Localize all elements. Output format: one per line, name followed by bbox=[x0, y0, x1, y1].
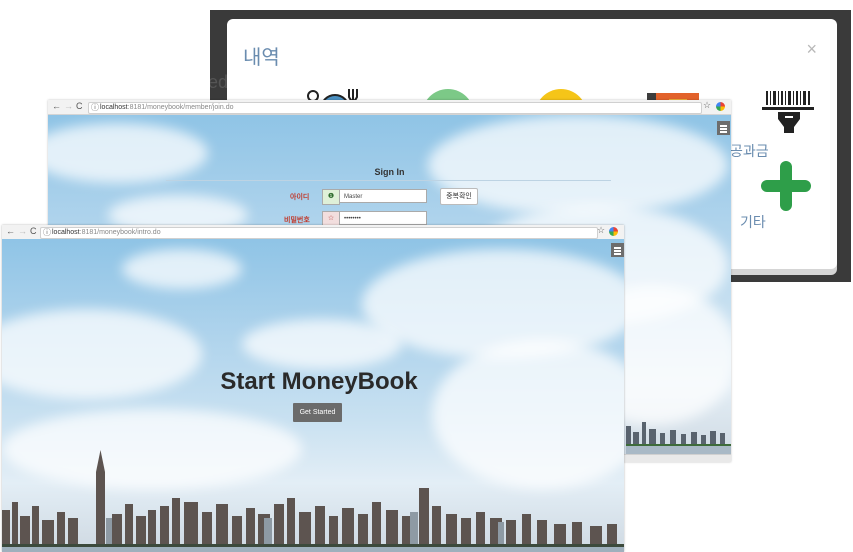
plus-icon bbox=[761, 161, 811, 211]
forward-button[interactable]: → bbox=[64, 101, 73, 111]
back-button[interactable]: ← bbox=[52, 101, 61, 111]
close-icon[interactable]: × bbox=[806, 39, 817, 60]
password-label: 비밀번호 bbox=[284, 217, 310, 224]
extension-icon[interactable] bbox=[716, 102, 725, 111]
city-skyline-image bbox=[2, 450, 624, 552]
hero-headline: Start MoneyBook bbox=[220, 368, 418, 395]
category-label-utilities: 공과금 bbox=[730, 143, 769, 159]
back-button[interactable]: ← bbox=[6, 226, 15, 236]
check-duplicate-button[interactable]: 중복확인 bbox=[440, 188, 478, 205]
get-started-button[interactable]: Get Started bbox=[293, 403, 342, 422]
id-input[interactable]: Master bbox=[340, 189, 427, 203]
extension-icon[interactable] bbox=[609, 227, 618, 236]
modal-title: 내역 bbox=[243, 47, 280, 69]
browser-toolbar: ← → C ⓘ localhost:8181/moneybook/intro.d… bbox=[2, 225, 624, 240]
password-input[interactable]: •••••••• bbox=[340, 211, 427, 225]
address-bar[interactable]: ⓘ localhost:8181/moneybook/member/join.d… bbox=[88, 102, 702, 114]
forward-button[interactable]: → bbox=[18, 226, 27, 236]
bookmark-star-icon[interactable]: ☆ bbox=[597, 225, 605, 236]
title-divider bbox=[166, 180, 611, 181]
info-icon: ⓘ bbox=[91, 103, 99, 112]
address-bar[interactable]: ⓘ localhost:8181/moneybook/intro.do bbox=[40, 227, 598, 239]
reload-button[interactable]: C bbox=[76, 101, 83, 111]
intro-browser-window: ← → C ⓘ localhost:8181/moneybook/intro.d… bbox=[2, 225, 624, 552]
category-other[interactable] bbox=[761, 161, 811, 211]
menu-toggle-button[interactable] bbox=[717, 121, 730, 135]
id-label: 아이디 bbox=[290, 194, 310, 201]
category-label-other: 기타 bbox=[740, 214, 766, 230]
reload-button[interactable]: C bbox=[30, 226, 37, 236]
browser-toolbar: ← → C ⓘ localhost:8181/moneybook/member/… bbox=[48, 100, 731, 115]
info-icon: ❶ bbox=[322, 189, 340, 205]
bookmark-star-icon[interactable]: ☆ bbox=[703, 100, 711, 111]
menu-toggle-button[interactable] bbox=[611, 243, 624, 257]
category-utilities[interactable] bbox=[760, 89, 820, 137]
signin-title: Sign In bbox=[374, 167, 405, 177]
url-text: localhost:8181/moneybook/intro.do bbox=[52, 229, 161, 236]
url-text: localhost:8181/moneybook/member/join.do bbox=[100, 104, 234, 111]
barcode-icon bbox=[762, 91, 814, 133]
info-icon: ⓘ bbox=[43, 228, 51, 237]
